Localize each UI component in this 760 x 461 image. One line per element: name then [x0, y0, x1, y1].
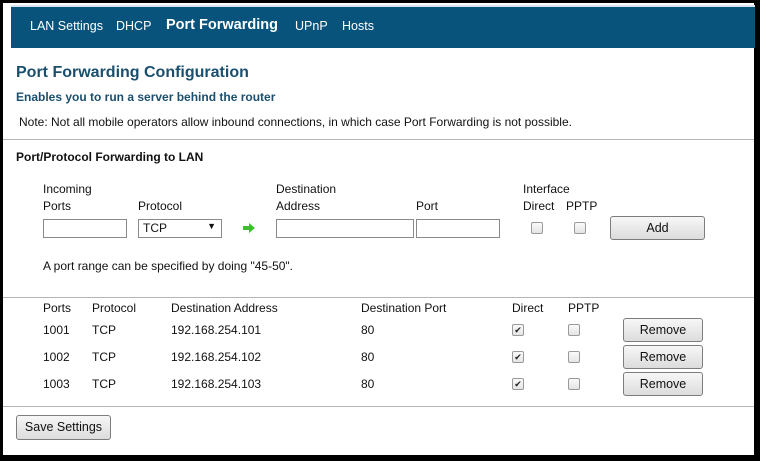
- add-button[interactable]: Add: [610, 216, 705, 240]
- row-destination-port: 80: [361, 323, 375, 337]
- row-pptp-checkbox[interactable]: [568, 378, 580, 390]
- protocol-label: Protocol: [138, 199, 183, 213]
- row-pptp-checkbox[interactable]: [568, 351, 580, 363]
- row-destination-port: 80: [361, 350, 375, 364]
- incoming-ports-input[interactable]: [43, 219, 127, 238]
- row-protocol: TCP: [92, 323, 116, 337]
- destination-address-input[interactable]: [276, 219, 414, 238]
- protocol-select[interactable]: TCP ▼: [138, 219, 222, 238]
- page-title: Port Forwarding Configuration: [16, 64, 249, 81]
- row-ports: 1003: [43, 377, 70, 391]
- direct-checkbox[interactable]: [531, 222, 543, 234]
- row-direct-checkbox[interactable]: ✔: [512, 324, 524, 336]
- row-direct-checkbox[interactable]: ✔: [512, 351, 524, 363]
- column-header-destination-address: Destination Address: [171, 301, 278, 315]
- window-shadow: [3, 455, 760, 461]
- divider: [3, 139, 754, 140]
- row-ports: 1001: [43, 323, 70, 337]
- remove-button[interactable]: Remove: [623, 318, 703, 342]
- column-header-direct: Direct: [512, 301, 544, 315]
- section-title: Port/Protocol Forwarding to LAN: [16, 150, 204, 164]
- pptp-checkbox[interactable]: [574, 222, 586, 234]
- destination-label: Destination: [276, 182, 337, 196]
- nav-item-upnp[interactable]: UPnP: [295, 19, 328, 33]
- nav-item-port-forwarding[interactable]: Port Forwarding: [166, 17, 278, 33]
- row-protocol: TCP: [92, 377, 116, 391]
- column-header-destination-port: Destination Port: [361, 301, 447, 315]
- interface-label: Interface: [523, 182, 570, 196]
- row-pptp-checkbox[interactable]: [568, 324, 580, 336]
- port-range-hint: A port range can be specified by doing "…: [43, 259, 294, 273]
- pptp-label: PPTP: [566, 199, 598, 213]
- green-arrow-icon: [243, 223, 255, 233]
- divider: [3, 297, 754, 298]
- page-subtitle: Enables you to run a server behind the r…: [16, 90, 276, 104]
- port-label: Port: [416, 199, 439, 213]
- ports-label: Ports: [43, 199, 72, 213]
- column-header-ports: Ports: [43, 301, 72, 315]
- nav-item-lan-settings[interactable]: LAN Settings: [30, 19, 103, 33]
- divider: [3, 406, 754, 407]
- row-ports: 1002: [43, 350, 70, 364]
- direct-label: Direct: [523, 199, 555, 213]
- row-direct-checkbox[interactable]: ✔: [512, 378, 524, 390]
- column-header-protocol: Protocol: [92, 301, 137, 315]
- incoming-label: Incoming: [43, 182, 92, 196]
- address-label: Address: [276, 199, 321, 213]
- row-protocol: TCP: [92, 350, 116, 364]
- row-address: 192.168.254.101: [171, 323, 262, 337]
- row-address: 192.168.254.102: [171, 350, 262, 364]
- column-header-pptp: PPTP: [568, 301, 600, 315]
- destination-port-input[interactable]: [416, 219, 500, 238]
- remove-button[interactable]: Remove: [623, 372, 703, 396]
- save-settings-button[interactable]: Save Settings: [16, 415, 111, 440]
- operator-note: Note: Not all mobile operators allow inb…: [19, 115, 572, 129]
- nav-item-dhcp[interactable]: DHCP: [116, 19, 151, 33]
- row-address: 192.168.254.103: [171, 377, 262, 391]
- top-nav: LAN Settings DHCP Port Forwarding UPnP H…: [11, 5, 755, 48]
- protocol-select-value: TCP: [143, 221, 167, 235]
- nav-item-hosts[interactable]: Hosts: [342, 19, 374, 33]
- dropdown-caret-icon: ▼: [207, 221, 216, 231]
- row-destination-port: 80: [361, 377, 375, 391]
- remove-button[interactable]: Remove: [623, 345, 703, 369]
